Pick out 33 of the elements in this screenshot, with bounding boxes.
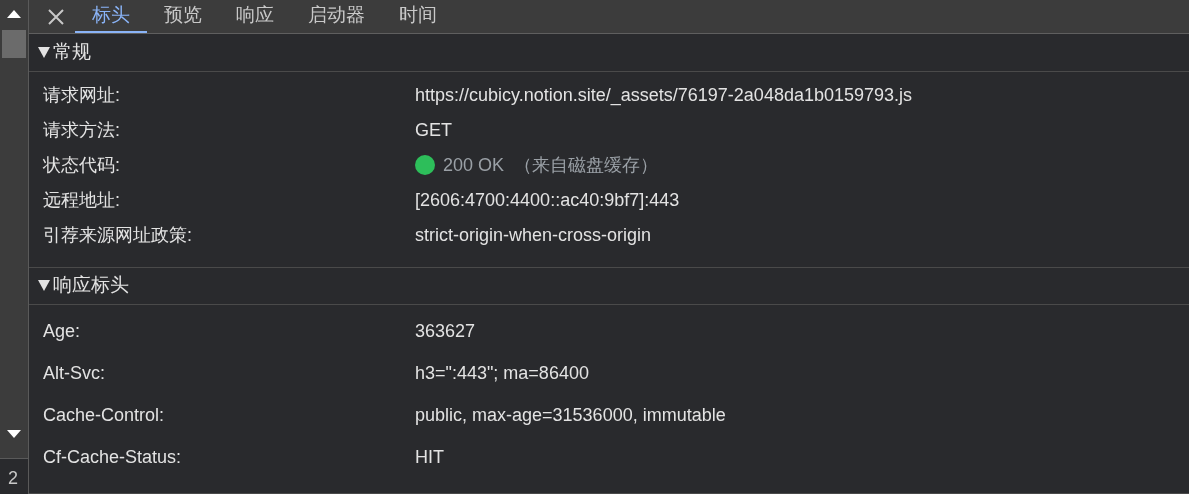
header-name: 远程地址: <box>43 188 121 212</box>
scroll-up-icon[interactable] <box>7 10 21 18</box>
status-note: （来自磁盘缓存） <box>514 153 659 177</box>
header-name: Age: <box>43 320 82 344</box>
header-name: Alt-Svc: <box>43 362 106 386</box>
header-value: https://cubicy.notion.site/_assets/76197-2a048da1b0159793.js <box>415 83 913 108</box>
tab[interactable]: 启动器 <box>291 0 382 33</box>
tab[interactable]: 时间 <box>382 0 454 33</box>
header-name: 请求网址: <box>43 83 121 107</box>
tab[interactable]: 响应 <box>219 0 291 33</box>
tab[interactable]: 预览 <box>147 0 219 33</box>
scrollbar-thumb[interactable] <box>2 30 26 58</box>
section-header[interactable]: 常规 <box>29 34 1189 72</box>
row-text: 2 <box>0 458 28 494</box>
header-value: HIT <box>415 446 444 470</box>
header-name: 状态代码: <box>43 153 121 177</box>
header-value: GET <box>415 118 452 142</box>
expand-triangle-icon[interactable] <box>38 46 50 58</box>
status-value: 200 OK <box>443 153 505 177</box>
header-name: 请求方法: <box>43 118 121 142</box>
header-value: strict-origin-when-cross-origin <box>415 223 652 247</box>
header-value: h3=":443"; ma=86400 <box>415 362 589 386</box>
section-header[interactable]: 响应标头 <box>29 267 1189 305</box>
header-value: 363627 <box>415 320 476 344</box>
close-icon <box>47 7 65 26</box>
header-name: Cf-Cache-Status: <box>43 446 183 470</box>
scroll-down-icon[interactable] <box>7 430 21 438</box>
tab[interactable]: 标头 <box>75 0 147 33</box>
header-value: public, max-age=31536000, immutable <box>415 404 726 428</box>
header-name: 引荐来源网址政策: <box>43 223 193 247</box>
header-value: [2606:4700:4400::ac40:9bf7]:443 <box>415 188 680 212</box>
header-name: Cache-Control: <box>43 404 166 428</box>
expand-triangle-icon[interactable] <box>38 280 50 292</box>
